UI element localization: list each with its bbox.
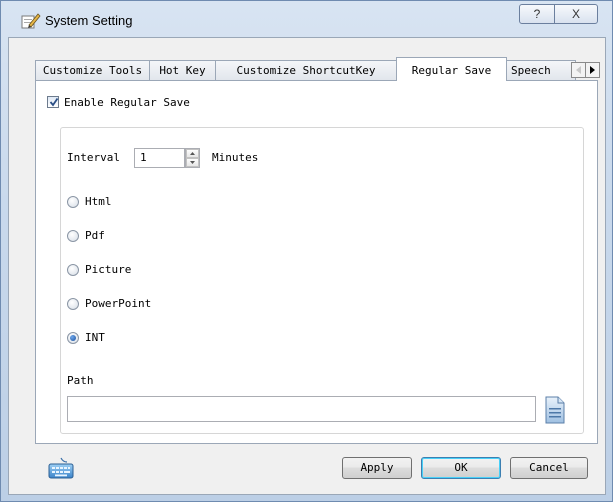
arrow-left-icon xyxy=(576,66,581,74)
document-icon xyxy=(545,396,565,424)
ok-button[interactable]: OK xyxy=(421,457,501,479)
tab-scroll-buttons xyxy=(571,62,601,78)
radio-picture[interactable] xyxy=(67,264,79,276)
radio-int-label[interactable]: INT xyxy=(85,331,105,344)
radio-int[interactable] xyxy=(67,332,79,344)
spin-down-button[interactable] xyxy=(186,158,199,167)
radio-powerpoint[interactable] xyxy=(67,298,79,310)
save-options-group xyxy=(60,127,584,434)
spin-up-button[interactable] xyxy=(186,149,199,158)
radio-selected-dot xyxy=(70,335,76,341)
radio-html-label[interactable]: Html xyxy=(85,195,112,208)
radio-pdf-label[interactable]: Pdf xyxy=(85,229,105,242)
tab-regular-save[interactable]: Regular Save xyxy=(396,57,507,81)
window-title: System Setting xyxy=(45,13,133,28)
checkmark-icon xyxy=(49,97,59,107)
tab-speech[interactable]: Speech xyxy=(506,60,576,80)
browse-path-button[interactable] xyxy=(544,395,566,425)
title-bar[interactable]: System Setting ? X xyxy=(1,1,612,37)
keyboard-icon[interactable] xyxy=(47,455,75,481)
tab-customize-shortcutkey[interactable]: Customize ShortcutKey xyxy=(215,60,397,80)
minutes-label: Minutes xyxy=(212,151,259,164)
help-icon: ? xyxy=(533,7,541,21)
radio-powerpoint-label[interactable]: PowerPoint xyxy=(85,297,151,310)
path-input[interactable] xyxy=(67,396,536,422)
tab-customize-tools[interactable]: Customize Tools xyxy=(35,60,150,80)
keyboard-glyph xyxy=(48,457,74,479)
radio-picture-label[interactable]: Picture xyxy=(85,263,131,276)
help-button[interactable]: ? xyxy=(519,4,555,24)
enable-regular-save-label[interactable]: Enable Regular Save xyxy=(64,96,190,109)
spin-down-icon xyxy=(190,161,195,164)
interval-label: Interval xyxy=(67,151,120,164)
radio-pdf[interactable] xyxy=(67,230,79,242)
enable-regular-save-checkbox[interactable] xyxy=(47,96,59,108)
gear-pencil-icon xyxy=(21,13,41,29)
interval-input[interactable]: 1 xyxy=(134,148,185,168)
apply-button[interactable]: Apply xyxy=(342,457,412,479)
tab-hot-key[interactable]: Hot Key xyxy=(149,60,216,80)
cancel-button[interactable]: Cancel xyxy=(510,457,588,479)
radio-html[interactable] xyxy=(67,196,79,208)
interval-spinner[interactable] xyxy=(185,148,200,168)
arrow-right-icon xyxy=(590,66,595,74)
tab-scroll-left-button[interactable] xyxy=(571,62,586,78)
close-button[interactable]: X xyxy=(554,4,598,24)
path-label: Path xyxy=(67,374,94,387)
close-icon: X xyxy=(571,7,580,21)
spin-up-icon xyxy=(190,152,195,155)
tab-scroll-right-button[interactable] xyxy=(585,62,600,78)
